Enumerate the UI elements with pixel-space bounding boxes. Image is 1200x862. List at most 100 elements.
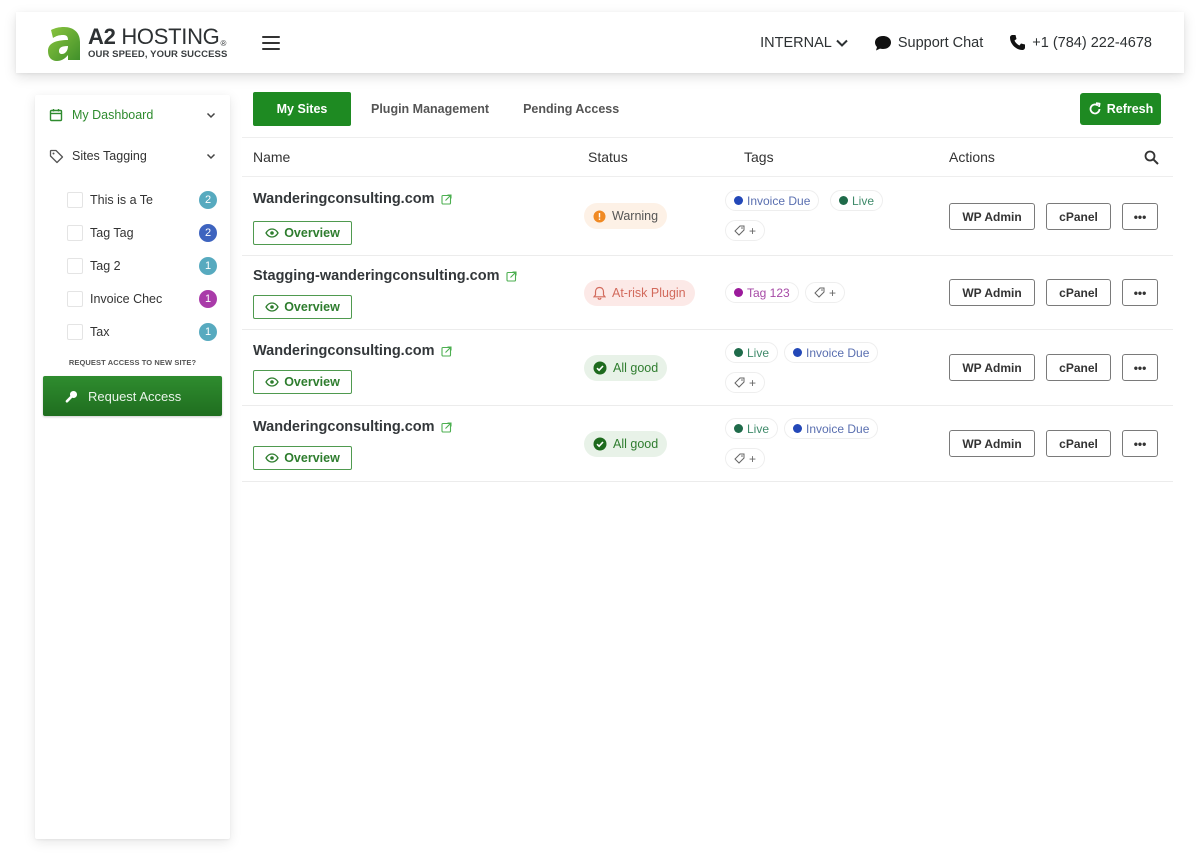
tag-color-dot (793, 424, 802, 433)
add-tag-button[interactable]: + (725, 372, 766, 393)
add-tag-button[interactable]: + (725, 448, 766, 469)
sites-table: Name Status Tags Actions Wanderingconsul… (242, 137, 1173, 482)
column-header-tags[interactable]: Tags (744, 149, 774, 165)
more-actions-button[interactable]: ••• (1122, 203, 1158, 230)
overview-label: Overview (284, 451, 340, 465)
wp-admin-button[interactable]: WP Admin (949, 203, 1035, 230)
account-label: INTERNAL (760, 34, 832, 51)
site-name: Wanderingconsulting.com (253, 419, 435, 435)
search-icon[interactable] (1144, 150, 1159, 168)
tag-chip[interactable]: Invoice Due (784, 418, 879, 439)
tab-pending-access[interactable]: Pending Access (506, 92, 643, 126)
sidebar: My Dashboard Sites Tagging This is a Te … (35, 95, 230, 839)
cpanel-button[interactable]: cPanel (1046, 203, 1111, 230)
tag-chip-label: Tag 123 (747, 285, 790, 300)
more-actions-button[interactable]: ••• (1122, 354, 1158, 381)
tag-checkbox[interactable] (67, 257, 83, 274)
wp-admin-button[interactable]: WP Admin (949, 430, 1035, 457)
tag-outline-icon (734, 377, 745, 388)
tag-outline-icon (814, 287, 825, 298)
a2-logo-icon (46, 24, 82, 62)
request-access-caption: REQUEST ACCESS TO NEW SITE? (68, 358, 197, 367)
support-chat-link[interactable]: Support Chat (874, 35, 983, 51)
sidebar-item-sites-tagging[interactable]: Sites Tagging (35, 146, 230, 166)
overview-button[interactable]: Overview (253, 295, 352, 319)
external-link-icon (505, 270, 517, 282)
tag-filter-item[interactable]: This is a Te 2 (67, 183, 217, 216)
cpanel-button[interactable]: cPanel (1046, 430, 1111, 457)
tag-checkbox[interactable] (67, 191, 83, 208)
tag-filter-item[interactable]: Tag 2 1 (67, 249, 217, 282)
tag-chip[interactable]: Live (725, 342, 779, 363)
a2-hosting-logo[interactable]: A2 HOSTING® OUR SPEED, YOUR SUCCESS (46, 24, 227, 62)
tag-outline-icon (734, 453, 745, 464)
tab-my-sites[interactable]: My Sites (253, 92, 351, 126)
tag-chip[interactable]: Live (725, 418, 779, 439)
tag-outline-icon (734, 225, 745, 236)
tag-checkbox[interactable] (67, 224, 83, 241)
tag-chip[interactable]: Live (830, 190, 884, 211)
chevron-down-icon (836, 39, 848, 47)
phone-number: +1 (784) 222-4678 (1032, 34, 1152, 51)
site-link[interactable]: Wanderingconsulting.com (253, 419, 452, 435)
account-dropdown[interactable]: INTERNAL (760, 35, 848, 51)
more-actions-button[interactable]: ••• (1122, 430, 1158, 457)
tag-checkbox[interactable] (67, 290, 83, 307)
status-label: Warning (612, 209, 659, 223)
status-badge: All good (584, 431, 668, 457)
table-row: Stagging-wanderingconsulting.com Overvie… (242, 256, 1173, 330)
tag-filter-item[interactable]: Tax 1 (67, 315, 217, 348)
site-link[interactable]: Stagging-wanderingconsulting.com (253, 268, 517, 284)
table-row: Wanderingconsulting.com Overview All goo… (242, 406, 1173, 482)
sidebar-item-my-dashboard[interactable]: My Dashboard (35, 105, 230, 125)
status-badge: Warning (584, 203, 668, 229)
wp-admin-button[interactable]: WP Admin (949, 279, 1035, 306)
dashboard-label: My Dashboard (72, 108, 154, 122)
refresh-icon (1089, 102, 1101, 115)
chevron-down-icon (206, 153, 216, 159)
cpanel-button[interactable]: cPanel (1046, 354, 1111, 381)
column-header-actions: Actions (949, 149, 995, 165)
column-header-status[interactable]: Status (588, 149, 628, 165)
wp-admin-button[interactable]: WP Admin (949, 354, 1035, 381)
menu-toggle-icon[interactable] (262, 35, 281, 50)
tag-checkbox[interactable] (67, 323, 83, 340)
refresh-button[interactable]: Refresh (1080, 93, 1161, 125)
add-tag-button[interactable]: + (805, 282, 846, 303)
tag-chip-label: Live (747, 421, 770, 436)
tag-filter-item[interactable]: Tag Tag 2 (67, 216, 217, 249)
main-tabs: My Sites Plugin Management Pending Acces… (253, 92, 643, 126)
add-tag-button[interactable]: + (725, 220, 766, 241)
status-label: All good (613, 361, 659, 375)
request-access-button[interactable]: Request Access (43, 376, 222, 416)
overview-button[interactable]: Overview (253, 370, 352, 394)
overview-button[interactable]: Overview (253, 446, 352, 470)
table-row: Wanderingconsulting.com Overview All goo… (242, 330, 1173, 406)
tag-filter-item[interactable]: Invoice Chec 1 (67, 282, 217, 315)
warning-icon (593, 210, 606, 222)
phone-link[interactable]: +1 (784) 222-4678 (1009, 34, 1152, 51)
logo-tagline: OUR SPEED, YOUR SUCCESS (88, 48, 228, 60)
more-actions-button[interactable]: ••• (1122, 279, 1158, 306)
tag-count-badge: 2 (199, 190, 217, 209)
table-row: Wanderingconsulting.com Overview Warning… (242, 177, 1173, 256)
tag-chip[interactable]: Tag 123 (725, 282, 799, 303)
tag-label: This is a Te (90, 192, 153, 207)
site-link[interactable]: Wanderingconsulting.com (253, 343, 452, 359)
check-circle-icon (593, 437, 607, 451)
overview-button[interactable]: Overview (253, 221, 352, 245)
tag-chip-label: Invoice Due (747, 193, 811, 208)
site-link[interactable]: Wanderingconsulting.com (253, 191, 452, 207)
tab-plugin-management[interactable]: Plugin Management (351, 92, 506, 126)
tag-chip[interactable]: Invoice Due (784, 342, 879, 363)
chevron-down-icon (206, 112, 216, 118)
check-circle-icon (593, 361, 607, 375)
tag-count-badge: 2 (199, 223, 217, 242)
tag-chip[interactable]: Invoice Due (725, 190, 820, 211)
site-name: Wanderingconsulting.com (253, 191, 435, 207)
tag-label: Tag Tag (90, 225, 134, 240)
sites-tagging-label: Sites Tagging (72, 149, 147, 163)
table-header: Name Status Tags Actions (242, 137, 1173, 177)
cpanel-button[interactable]: cPanel (1046, 279, 1111, 306)
column-header-name[interactable]: Name (253, 149, 290, 165)
